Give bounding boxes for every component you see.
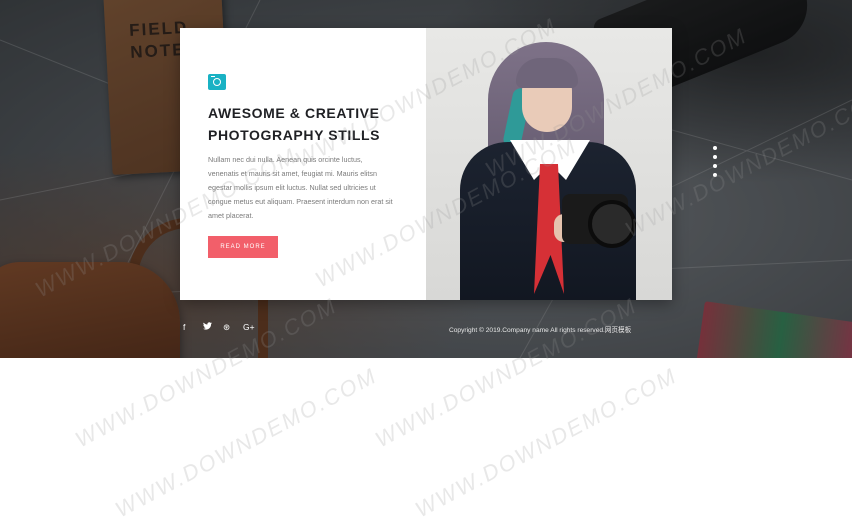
card-photo <box>426 28 672 300</box>
facebook-icon[interactable]: f <box>183 321 203 333</box>
card-text-panel: AWESOME & CREATIVE PHOTOGRAPHY STILLS Nu… <box>180 28 426 300</box>
watermark: WWW.DOWNDEMO.COM <box>411 362 682 523</box>
photo-camera-lens <box>588 200 636 248</box>
watermark: WWW.DOWNDEMO.COM <box>111 362 382 523</box>
slider-dot-4[interactable] <box>713 173 717 177</box>
slider-dot-1[interactable] <box>713 146 717 150</box>
slider-dot-3[interactable] <box>713 164 717 168</box>
card-description: Nullam nec dui nulla. Aenean quis orcint… <box>208 155 393 220</box>
slider-pagination <box>713 146 719 182</box>
social-links: f ⊛ G+ <box>183 321 263 333</box>
google-plus-icon[interactable]: G+ <box>243 321 263 333</box>
dribbble-icon[interactable]: ⊛ <box>223 321 243 333</box>
slider-dot-2[interactable] <box>713 155 717 159</box>
feature-card: AWESOME & CREATIVE PHOTOGRAPHY STILLS Nu… <box>180 28 672 300</box>
camera-icon <box>208 74 226 90</box>
card-title: AWESOME & CREATIVE PHOTOGRAPHY STILLS <box>208 105 381 143</box>
twitter-icon[interactable] <box>203 321 223 333</box>
footer-copyright: Copyright © 2019.Company name All rights… <box>449 327 632 334</box>
photo-bangs <box>516 58 578 88</box>
read-more-button[interactable]: READ MORE <box>208 236 278 258</box>
